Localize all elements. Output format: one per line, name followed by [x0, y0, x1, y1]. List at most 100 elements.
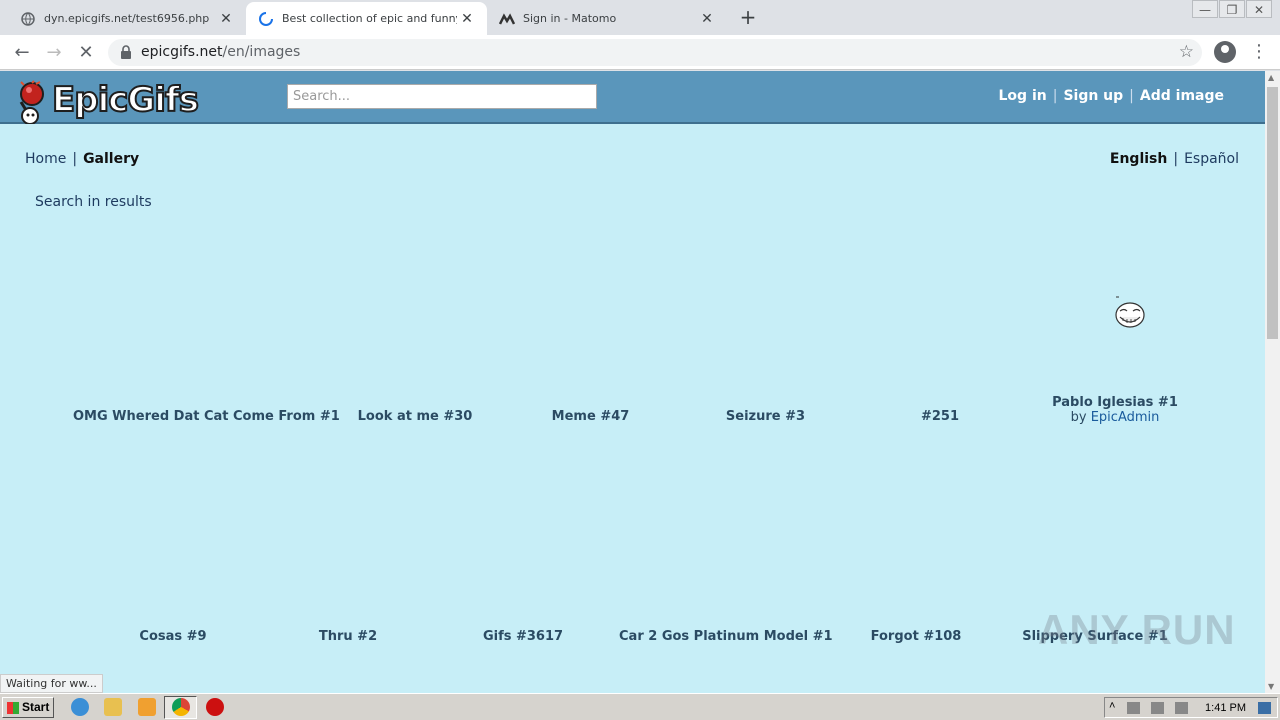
show-hidden-icons-icon[interactable]: ˄: [1109, 700, 1115, 712]
stop-loading-icon[interactable]: ✕: [74, 41, 98, 65]
gallery-item[interactable]: Car 2 Gos Platinum Model #1: [619, 629, 833, 644]
gallery-item-title[interactable]: Meme #47: [552, 409, 630, 424]
gallery-item[interactable]: Look at me #30: [352, 409, 478, 424]
gallery-item[interactable]: Cosas #9: [123, 629, 223, 644]
gallery-item-title[interactable]: Gifs #3617: [483, 629, 563, 644]
gallery-item[interactable]: Gifs #3617: [473, 629, 573, 644]
start-label: Start: [22, 700, 50, 714]
add-image-link[interactable]: Add image: [1140, 88, 1224, 104]
search-placeholder: Search...: [293, 89, 351, 104]
url-host: epicgifs.net: [141, 44, 223, 60]
back-arrow-icon[interactable]: ←: [10, 41, 34, 65]
taskbar-clock[interactable]: 1:41 PM: [1205, 702, 1246, 714]
show-desktop-icon[interactable]: [1258, 702, 1271, 714]
auth-links: Log in | Sign up | Add image: [999, 88, 1224, 104]
new-tab-button[interactable]: +: [737, 6, 759, 28]
gallery-item-title[interactable]: #251: [921, 409, 959, 424]
language-spanish-link[interactable]: Español: [1184, 151, 1239, 167]
profile-avatar-icon[interactable]: [1214, 41, 1236, 63]
scroll-down-arrow-icon[interactable]: ▼: [1268, 682, 1274, 691]
close-tab-icon[interactable]: ✕: [457, 11, 477, 27]
volume-icon[interactable]: [1127, 702, 1140, 714]
login-link[interactable]: Log in: [999, 88, 1047, 104]
url-path: /en/images: [222, 44, 301, 60]
windows-logo-icon: [7, 701, 19, 714]
gallery-item-title[interactable]: Pablo Iglesias #1: [1052, 395, 1178, 410]
browser-status-bubble: Waiting for ww...: [0, 674, 103, 693]
gallery-item[interactable]: Seizure #3: [713, 409, 818, 424]
site-header: EpicGifs Search... Log in | Sign up | Ad…: [0, 71, 1265, 125]
separator: |: [1173, 151, 1179, 167]
logo-mascot-icon: [12, 80, 48, 125]
search-in-results-link[interactable]: Search in results: [35, 194, 152, 210]
chrome-icon[interactable]: [172, 698, 190, 716]
tab-dyn-epicgifs[interactable]: dyn.epicgifs.net/test6956.php ✕: [0, 2, 246, 35]
system-tray: ˄ 1:41 PM: [1104, 697, 1278, 718]
gallery-item-title[interactable]: OMG Whered Dat Cat Come From #1: [73, 409, 340, 424]
site-search-input[interactable]: Search...: [287, 84, 597, 109]
gallery-item-title[interactable]: Cosas #9: [139, 629, 206, 644]
matomo-icon: [499, 11, 515, 27]
gallery-item-title[interactable]: Thru #2: [319, 629, 377, 644]
close-tab-icon[interactable]: ✕: [697, 11, 717, 27]
scroll-up-arrow-icon[interactable]: ▲: [1268, 73, 1274, 82]
troll-face-thumbnail[interactable]: [1114, 295, 1146, 329]
separator: |: [1129, 88, 1134, 104]
gallery-item-title[interactable]: Car 2 Gos Platinum Model #1: [619, 629, 833, 644]
gallery-item-title[interactable]: Seizure #3: [726, 409, 805, 424]
bookmark-star-icon[interactable]: ☆: [1179, 42, 1194, 62]
separator: |: [72, 151, 78, 167]
maximize-button[interactable]: ❐: [1219, 0, 1245, 18]
media-player-icon[interactable]: [138, 698, 156, 716]
author-link[interactable]: EpicAdmin: [1091, 410, 1160, 425]
address-bar[interactable]: epicgifs.net/en/images ☆: [108, 39, 1202, 66]
gallery-item[interactable]: Forgot #108: [866, 629, 966, 644]
internet-explorer-icon[interactable]: [71, 698, 89, 716]
close-window-button[interactable]: ✕: [1246, 0, 1272, 18]
language-switcher: English | Español: [1110, 151, 1239, 167]
language-current: English: [1109, 151, 1168, 167]
globe-icon: [20, 11, 36, 27]
forward-arrow-icon[interactable]: →: [42, 41, 66, 65]
logo-text: EpicGifs: [51, 79, 200, 121]
breadcrumb: Home | Gallery: [25, 151, 139, 167]
breadcrumb-home-link[interactable]: Home: [25, 151, 66, 167]
gallery-item[interactable]: Meme #47: [538, 409, 643, 424]
tab-epicgifs-gallery[interactable]: Best collection of epic and funny gifs ✕: [246, 2, 487, 35]
network-icon[interactable]: [1151, 702, 1164, 714]
gallery-item[interactable]: OMG Whered Dat Cat Come From #1: [73, 409, 340, 424]
gallery-item-title[interactable]: Look at me #30: [358, 409, 473, 424]
action-center-flag-icon[interactable]: [1175, 702, 1188, 714]
scrollbar-thumb[interactable]: [1267, 87, 1278, 339]
close-tab-icon[interactable]: ✕: [216, 11, 236, 27]
window-controls: — ❐ ✕: [1191, 0, 1272, 18]
url-text: epicgifs.net/en/images: [141, 44, 300, 60]
byline-prefix: by: [1070, 410, 1087, 425]
start-button[interactable]: Start: [2, 697, 54, 718]
signup-link[interactable]: Sign up: [1063, 88, 1123, 104]
windows-taskbar: Start ˄ 1:41 PM: [0, 693, 1280, 720]
anyrun-watermark: ANY RUN: [1038, 606, 1236, 653]
web-page: EpicGifs Search... Log in | Sign up | Ad…: [0, 71, 1265, 693]
browser-toolbar: ← → ✕ epicgifs.net/en/images ☆: [0, 35, 1280, 70]
tab-label: Best collection of epic and funny gifs: [282, 12, 457, 25]
separator: |: [1052, 88, 1058, 104]
lock-icon: [120, 45, 132, 59]
file-explorer-icon[interactable]: [104, 698, 122, 716]
minimize-button[interactable]: —: [1192, 0, 1218, 18]
gallery-item[interactable]: Thru #2: [298, 629, 398, 644]
page-scrollbar[interactable]: ▲ ▼: [1265, 71, 1280, 693]
gallery-item[interactable]: Pablo Iglesias #1 by EpicAdmin: [1040, 395, 1190, 425]
gallery-item-byline: by EpicAdmin: [1040, 410, 1190, 425]
gallery-item[interactable]: #251: [900, 409, 980, 424]
gallery-item-title[interactable]: Forgot #108: [871, 629, 962, 644]
breadcrumb-current: Gallery: [83, 151, 140, 167]
tab-label: Sign in - Matomo: [523, 12, 617, 25]
loading-spinner-icon: [258, 11, 274, 27]
tab-label: dyn.epicgifs.net/test6956.php: [44, 12, 210, 25]
browser-menu-icon[interactable]: ⋮: [1250, 41, 1268, 62]
tab-matomo[interactable]: Sign in - Matomo ✕: [487, 2, 727, 35]
tab-strip: dyn.epicgifs.net/test6956.php ✕ Best col…: [0, 0, 1280, 35]
site-logo[interactable]: EpicGifs: [12, 76, 200, 125]
stop-sign-icon[interactable]: [206, 698, 224, 716]
